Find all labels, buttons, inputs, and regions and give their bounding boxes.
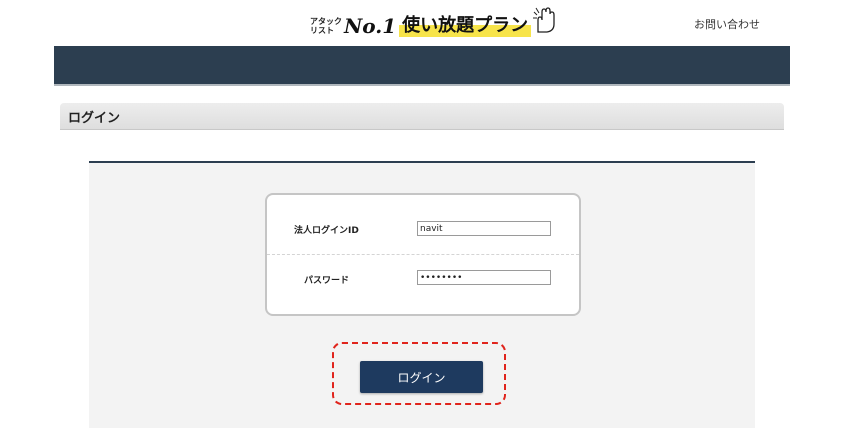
password-row: パスワード [267, 255, 579, 314]
corp-id-label: 法人ログインID [294, 226, 359, 236]
logo-plan: 使い放題プラン [399, 14, 532, 38]
login-form: 法人ログインID パスワード [265, 193, 581, 316]
contact-link[interactable]: お問い合わせ [694, 16, 760, 32]
section-header: ログイン [60, 103, 784, 129]
logo-small-line1: アタック [310, 17, 342, 26]
logo-small-line2: リスト [310, 26, 334, 35]
logo: アタック リスト No.1 使い放題プラン [310, 6, 558, 38]
corp-id-row: 法人ログインID [267, 195, 579, 255]
hand-icon [532, 6, 558, 38]
password-input[interactable] [417, 270, 551, 285]
corp-id-input[interactable] [417, 221, 551, 236]
password-label: パスワード [304, 276, 350, 286]
login-button[interactable]: ログイン [360, 361, 483, 393]
nav-bar [54, 46, 790, 86]
logo-no1: No.1 [344, 14, 397, 38]
logo-small-text: アタック リスト [310, 17, 342, 35]
section-title: ログイン [68, 111, 121, 126]
